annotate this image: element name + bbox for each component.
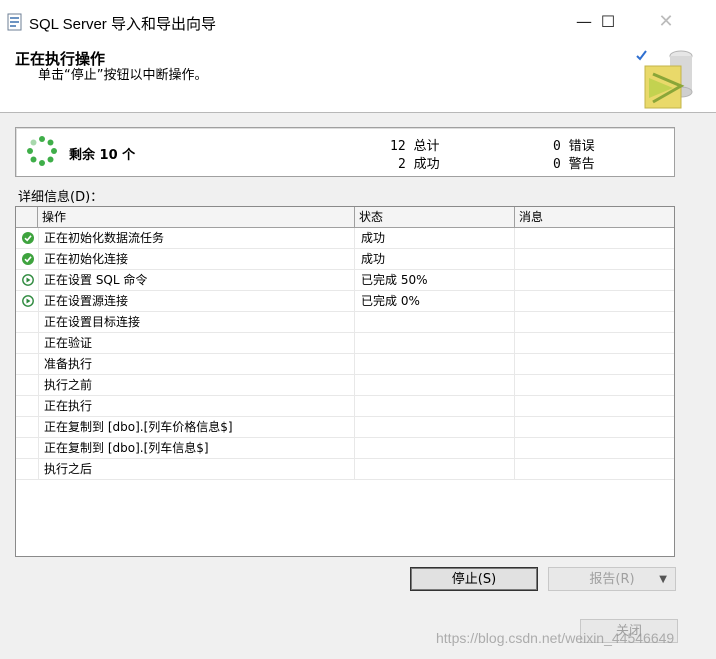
row-action: 正在执行 xyxy=(38,396,355,416)
row-status xyxy=(355,375,515,395)
row-status xyxy=(355,396,515,416)
column-header-status[interactable]: 状态 xyxy=(355,207,515,227)
row-message xyxy=(515,291,674,311)
progress-summary: 剩余 10 个 12 总计 2 成功 0 错误 0 警告 xyxy=(15,127,675,177)
stop-button[interactable]: 停止(S) xyxy=(410,567,538,591)
row-message xyxy=(515,249,674,269)
table-row[interactable]: 正在设置源连接 已完成 0% xyxy=(16,291,674,312)
row-message xyxy=(515,438,674,458)
row-status: 成功 xyxy=(355,249,515,269)
row-status: 成功 xyxy=(355,228,515,248)
app-icon xyxy=(7,13,22,31)
table-row[interactable]: 正在验证 xyxy=(16,333,674,354)
row-status-icon-cell xyxy=(16,312,39,332)
row-action: 正在初始化数据流任务 xyxy=(38,228,355,248)
table-row[interactable]: 正在设置 SQL 命令 已完成 50% xyxy=(16,270,674,291)
row-status-icon-cell xyxy=(16,333,39,353)
row-status-icon-cell xyxy=(16,459,39,479)
row-action: 准备执行 xyxy=(38,354,355,374)
details-label: 详细信息(D)： xyxy=(18,190,104,205)
row-action: 正在设置目标连接 xyxy=(38,312,355,332)
window-title: SQL Server 导入和导出向导 xyxy=(29,16,216,33)
row-status-icon-cell xyxy=(16,396,39,416)
icon-column-header[interactable] xyxy=(16,207,38,227)
in-progress-icon xyxy=(22,274,34,286)
row-action: 正在设置源连接 xyxy=(38,291,355,311)
in-progress-icon xyxy=(22,295,34,307)
success-check-icon xyxy=(22,253,34,265)
row-status xyxy=(355,333,515,353)
row-status xyxy=(355,417,515,437)
grid-header: 操作 状态 消息 xyxy=(16,207,674,228)
row-message xyxy=(515,228,674,248)
row-action: 正在初始化连接 xyxy=(38,249,355,269)
maximize-button[interactable]: ☐ xyxy=(585,6,631,38)
close-window-button[interactable]: ✕ xyxy=(643,6,689,38)
table-row[interactable]: 准备执行 xyxy=(16,354,674,375)
row-status: 已完成 0% xyxy=(355,291,515,311)
remaining-count: 剩余 10 个 xyxy=(69,148,136,163)
row-message xyxy=(515,312,674,332)
row-status-icon-cell xyxy=(16,417,39,437)
wizard-header: 正在执行操作 单击“停止”按钮以中断操作。 xyxy=(0,44,716,113)
column-header-message[interactable]: 消息 xyxy=(515,207,674,227)
row-message xyxy=(515,417,674,437)
table-row[interactable]: 正在复制到 [dbo].[列车价格信息$] xyxy=(16,417,674,438)
row-status xyxy=(355,354,515,374)
row-status-icon-cell xyxy=(16,438,39,458)
report-button[interactable]: 报告(R) ▼ xyxy=(548,567,676,591)
error-count: 0 错误 xyxy=(553,139,595,154)
row-message xyxy=(515,270,674,290)
row-status xyxy=(355,438,515,458)
row-message xyxy=(515,333,674,353)
title-bar: SQL Server 导入和导出向导 — ☐ ✕ xyxy=(0,0,716,44)
row-action: 执行之前 xyxy=(38,375,355,395)
row-status-icon-cell xyxy=(16,291,39,311)
table-row[interactable]: 正在执行 xyxy=(16,396,674,417)
row-action: 正在验证 xyxy=(38,333,355,353)
warning-count: 0 警告 xyxy=(553,157,595,172)
table-row[interactable]: 正在设置目标连接 xyxy=(16,312,674,333)
row-status-icon-cell xyxy=(16,375,39,395)
success-count: 2 成功 xyxy=(398,157,440,172)
row-message xyxy=(515,459,674,479)
row-status: 已完成 50% xyxy=(355,270,515,290)
row-message xyxy=(515,396,674,416)
row-status-icon-cell xyxy=(16,249,39,269)
row-action: 正在复制到 [dbo].[列车价格信息$] xyxy=(38,417,355,437)
row-action: 正在复制到 [dbo].[列车信息$] xyxy=(38,438,355,458)
table-row[interactable]: 执行之前 xyxy=(16,375,674,396)
page-subtitle: 单击“停止”按钮以中断操作。 xyxy=(38,68,208,83)
row-message xyxy=(515,354,674,374)
table-row[interactable]: 正在初始化连接 成功 xyxy=(16,249,674,270)
table-row[interactable]: 执行之后 xyxy=(16,459,674,480)
row-message xyxy=(515,375,674,395)
report-button-label: 报告(R) xyxy=(589,572,635,587)
row-status-icon-cell xyxy=(16,228,39,248)
row-action: 执行之后 xyxy=(38,459,355,479)
total-count: 12 总计 xyxy=(390,139,440,154)
dropdown-arrow-icon[interactable]: ▼ xyxy=(659,568,667,592)
row-status xyxy=(355,312,515,332)
wizard-banner-icon xyxy=(636,50,693,109)
details-grid[interactable]: 操作 状态 消息 正在初始化数据流任务 成功 正在初始化连接 成功 正在设置 SQL 命… xyxy=(15,206,675,557)
row-status xyxy=(355,459,515,479)
progress-spinner-icon xyxy=(27,136,57,166)
table-row[interactable]: 正在初始化数据流任务 成功 xyxy=(16,228,674,249)
column-header-action[interactable]: 操作 xyxy=(38,207,355,227)
row-status-icon-cell xyxy=(16,354,39,374)
watermark: https://blog.csdn.net/weixin_44546649 xyxy=(436,630,675,646)
row-status-icon-cell xyxy=(16,270,39,290)
table-row[interactable]: 正在复制到 [dbo].[列车信息$] xyxy=(16,438,674,459)
success-check-icon xyxy=(22,232,34,244)
row-action: 正在设置 SQL 命令 xyxy=(38,270,355,290)
